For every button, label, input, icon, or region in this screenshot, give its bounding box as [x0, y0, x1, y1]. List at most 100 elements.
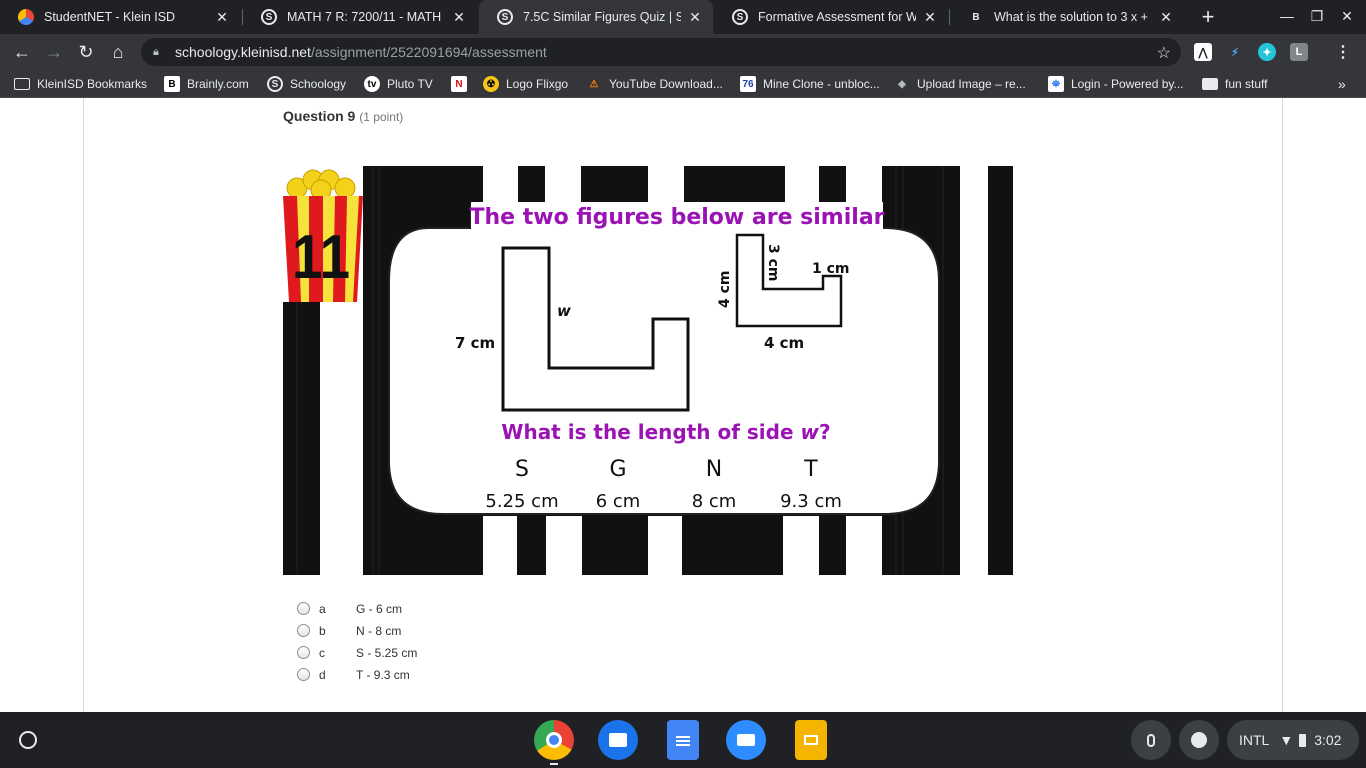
- question-points: (1 point): [359, 110, 404, 124]
- tab-strip: StudentNET - Klein ISD ✕ S MATH 7 R: 720…: [0, 0, 1366, 34]
- choice-text[interactable]: T - 9.3 cm: [356, 668, 410, 682]
- files-app-icon[interactable]: [598, 720, 638, 760]
- tab-math7[interactable]: S MATH 7 R: 7200/11 - MATH 7 R ✕: [243, 0, 477, 34]
- badge-number: 11: [292, 223, 350, 292]
- bookmark-label: Mine Clone - unbloc...: [763, 77, 880, 91]
- small-figure-inner-label: 3 cm: [765, 244, 781, 282]
- bookmark-upload-image[interactable]: ◈ Upload Image – re...: [894, 75, 1026, 93]
- image-option-value: 9.3 cm: [780, 491, 842, 512]
- lock-icon: 🔒︎: [153, 46, 159, 58]
- back-icon[interactable]: ←: [8, 38, 36, 66]
- radio-button[interactable]: [297, 602, 310, 615]
- bookmark-fun-stuff[interactable]: fun stuff: [1202, 75, 1267, 93]
- question-header: Question 9 (1 point): [283, 108, 403, 124]
- restore-icon[interactable]: ❐: [1306, 5, 1328, 27]
- image-option-letter: G: [609, 457, 626, 482]
- address-bar[interactable]: 🔒︎ schoology.kleinisd.net /assignment/25…: [141, 38, 1181, 66]
- tab-title: MATH 7 R: 7200/11 - MATH 7 R: [287, 10, 445, 24]
- choice-text[interactable]: N - 8 cm: [356, 624, 401, 638]
- tab-title: 7.5C Similar Figures Quiz | Scho: [523, 10, 681, 24]
- wifi-icon: ▼: [1279, 732, 1294, 748]
- extension-a-icon[interactable]: ⋀: [1194, 43, 1212, 61]
- bookmark-schoology[interactable]: S Schoology: [267, 75, 346, 93]
- brainly-icon: B: [972, 11, 980, 23]
- answer-choice-c[interactable]: c S - 5.25 cm: [297, 644, 597, 666]
- content-border-right: [1282, 98, 1283, 712]
- bookmark-label: YouTube Download...: [609, 77, 723, 91]
- bookmark-login[interactable]: ⛯ Login - Powered by...: [1048, 75, 1184, 93]
- choice-text[interactable]: G - 6 cm: [356, 602, 402, 616]
- mic-button[interactable]: [1131, 720, 1171, 760]
- image-prompt: What is the length of side w?: [501, 420, 830, 444]
- zoom-app-icon[interactable]: [726, 720, 766, 760]
- bookmark-kleinisd[interactable]: KleinISD Bookmarks: [14, 75, 147, 93]
- page-content: Question 9 (1 point) 11 The two figures …: [0, 98, 1366, 712]
- menu-icon[interactable]: ⋮: [1334, 43, 1352, 61]
- close-icon[interactable]: ✕: [1158, 9, 1174, 25]
- microphone-icon: [1147, 733, 1155, 747]
- schoology-icon: S: [261, 9, 277, 25]
- schoology-icon: S: [497, 9, 513, 25]
- answer-choice-a[interactable]: a G - 6 cm: [297, 600, 597, 622]
- clock-time: 3:02: [1314, 732, 1342, 748]
- prompt-prefix: What is the length of side: [501, 420, 800, 444]
- choice-letter: a: [319, 602, 326, 616]
- answer-choice-d[interactable]: d T - 9.3 cm: [297, 666, 597, 688]
- question-image: 11 The two figures below are similar 7 c…: [283, 166, 1013, 575]
- bookmark-mine-clone[interactable]: 76 Mine Clone - unbloc...: [740, 75, 880, 93]
- bookmark-label: Upload Image – re...: [917, 77, 1026, 91]
- browser-toolbar: ← → ↻ ⌂ 🔒︎ schoology.kleinisd.net /assig…: [0, 34, 1366, 70]
- new-tab-button[interactable]: +: [1196, 4, 1220, 29]
- tab-title: What is the solution to 3 x + 2.4: [994, 10, 1152, 24]
- image-option-letter: N: [706, 457, 722, 482]
- large-figure-side-label: 7 cm: [455, 334, 495, 352]
- radio-button[interactable]: [297, 624, 310, 637]
- small-figure-top-right-label: 1 cm: [812, 261, 850, 277]
- chrome-app-icon[interactable]: [534, 720, 574, 760]
- slides-app-icon[interactable]: [795, 720, 827, 760]
- folder-icon: [14, 78, 30, 90]
- login-site-icon: ⛯: [1048, 76, 1064, 92]
- question-number: Question 9: [283, 108, 356, 124]
- small-figure-left-label: 4 cm: [717, 270, 733, 308]
- schoology-icon: S: [732, 9, 748, 25]
- tab-brainly-question[interactable]: B What is the solution to 3 x + 2.4 ✕: [950, 0, 1184, 34]
- close-window-icon[interactable]: ✕: [1336, 5, 1358, 27]
- folder-icon: [1202, 78, 1218, 90]
- bookmarks-overflow-icon[interactable]: »: [1338, 75, 1346, 93]
- tab-studentnet[interactable]: StudentNET - Klein ISD ✕: [0, 0, 240, 34]
- choice-text[interactable]: S - 5.25 cm: [356, 646, 417, 660]
- extension-bolt-icon[interactable]: ⚡︎: [1226, 43, 1244, 61]
- profile-avatar[interactable]: L: [1290, 43, 1308, 61]
- answer-choice-b[interactable]: b N - 8 cm: [297, 622, 597, 644]
- bookmark-star-icon[interactable]: ☆: [1157, 43, 1171, 63]
- status-area[interactable]: INTL ▼ 3:02: [1227, 720, 1359, 760]
- radio-button[interactable]: [297, 668, 310, 681]
- reload-icon[interactable]: ↻: [72, 38, 100, 66]
- battery-icon: [1299, 733, 1307, 747]
- tab-title: Formative Assessment for Wee: [758, 10, 916, 24]
- bookmarks-bar: KleinISD Bookmarks B Brainly.com S Schoo…: [0, 70, 1366, 98]
- studentnet-favicon-icon: [18, 9, 34, 25]
- bookmark-youtube-download[interactable]: ⚠ YouTube Download...: [586, 75, 723, 93]
- close-icon[interactable]: ✕: [922, 9, 938, 25]
- bookmark-logo-flixgo[interactable]: ☢ Logo Flixgo: [483, 75, 568, 93]
- prompt-variable: w: [801, 420, 820, 444]
- extension-gear-icon[interactable]: ✦: [1258, 43, 1276, 61]
- accessibility-button[interactable]: [1179, 720, 1219, 760]
- tab-formative-assessment[interactable]: S Formative Assessment for Wee ✕: [714, 0, 948, 34]
- close-icon[interactable]: ✕: [214, 9, 230, 25]
- close-icon[interactable]: ✕: [451, 9, 467, 25]
- docs-app-icon[interactable]: [667, 720, 699, 760]
- netflix-icon: N: [451, 76, 467, 92]
- minimize-icon[interactable]: —: [1276, 5, 1298, 27]
- tab-similar-figures-quiz[interactable]: S 7.5C Similar Figures Quiz | Scho ✕: [479, 0, 713, 34]
- launcher-icon[interactable]: [19, 731, 37, 749]
- bookmark-netflix[interactable]: N: [451, 75, 474, 93]
- radio-button[interactable]: [297, 646, 310, 659]
- home-icon[interactable]: ⌂: [104, 38, 132, 66]
- bookmark-brainly[interactable]: B Brainly.com: [164, 75, 249, 93]
- close-icon[interactable]: ✕: [687, 9, 703, 25]
- bookmark-pluto-tv[interactable]: tv Pluto TV: [364, 75, 433, 93]
- forward-icon[interactable]: →: [40, 38, 68, 66]
